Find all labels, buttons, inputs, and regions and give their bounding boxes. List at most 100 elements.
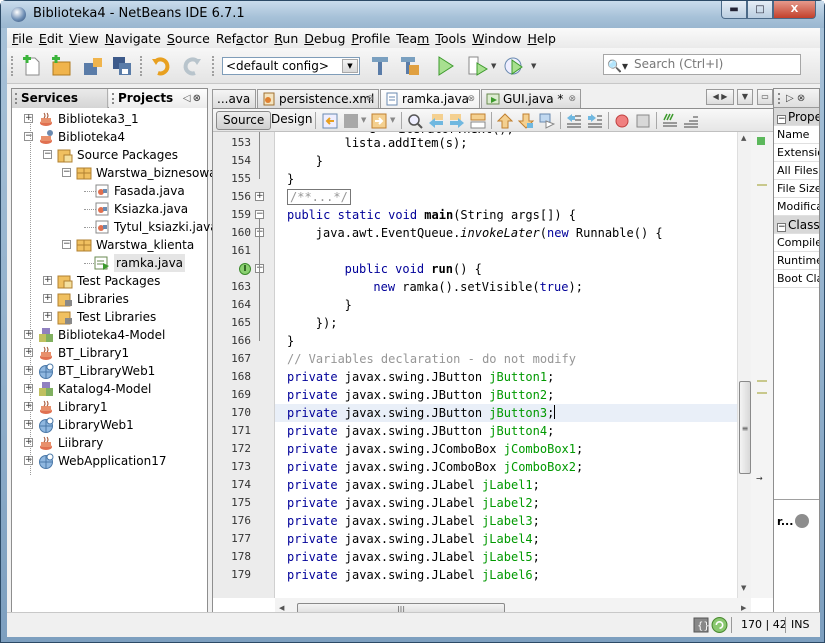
properties-pane-header[interactable]: ▷ ⊗: [774, 89, 819, 108]
config-dropdown[interactable]: <default config> ▼: [222, 57, 360, 75]
menu-tools[interactable]: Tools: [432, 31, 469, 46]
tab-gui-java[interactable]: GUI.java * ⊗: [481, 89, 581, 108]
next-bookmark-icon[interactable]: [518, 113, 534, 129]
tab-ramka-java[interactable]: ramka.java ⊗: [380, 89, 480, 108]
implements-icon[interactable]: I: [239, 263, 251, 275]
close-tab-icon[interactable]: ⊗: [366, 90, 374, 108]
collapse-icon[interactable]: −: [777, 115, 786, 124]
maximize-window-button[interactable]: ▭: [757, 89, 773, 105]
menu-team[interactable]: Team: [393, 31, 432, 46]
tree-item[interactable]: + Biblioteka3_1: [12, 110, 207, 128]
tree-item[interactable]: + WebApplication17: [12, 452, 207, 470]
tab-projects[interactable]: Projects ◁⊗: [109, 89, 207, 108]
annotation-mark[interactable]: [757, 392, 767, 394]
tree-item[interactable]: Ksiazka.java: [12, 200, 207, 218]
property-row[interactable]: Extensio: [774, 144, 819, 162]
menu-profile[interactable]: Profile: [348, 31, 393, 46]
expand-icon[interactable]: +: [24, 330, 33, 339]
help-icon[interactable]: [795, 514, 810, 528]
tree-item[interactable]: Fasada.java: [12, 182, 207, 200]
profile-dropdown-arrow-icon[interactable]: ▼: [531, 62, 536, 70]
last-edit-icon[interactable]: [322, 113, 338, 129]
code-text-area[interactable]: s = iterator.next();lista.addItem(s);}}/…: [275, 132, 737, 598]
property-row[interactable]: Runtime: [774, 252, 819, 270]
tab-persistence-xml[interactable]: persistence.xml ⊗: [257, 89, 379, 108]
expand-icon[interactable]: +: [24, 402, 33, 411]
menu-debug[interactable]: Debug: [301, 31, 348, 46]
tree-item[interactable]: + Libraries: [12, 290, 207, 308]
menu-view[interactable]: View: [66, 31, 102, 46]
tree-item[interactable]: − Biblioteka4: [12, 128, 207, 146]
collapse-fold-icon[interactable]: −: [255, 210, 264, 219]
collapse-icon[interactable]: −: [24, 132, 33, 141]
tree-item[interactable]: + LibraryWeb1: [12, 416, 207, 434]
debug-icon[interactable]: [467, 55, 489, 77]
collapse-icon[interactable]: −: [43, 150, 52, 159]
menu-navigate[interactable]: Navigate: [102, 31, 164, 46]
tree-item[interactable]: Tytul_ksiazki.java: [12, 218, 218, 236]
chevron-down-icon[interactable]: ▼: [342, 59, 358, 73]
toggle-bookmark-icon[interactable]: [539, 113, 555, 129]
menu-run[interactable]: Run: [271, 31, 301, 46]
expand-icon[interactable]: +: [24, 348, 33, 357]
tree-item[interactable]: − Warstwa_biznesowa: [12, 164, 217, 182]
tree-item[interactable]: ramka.java: [12, 254, 207, 272]
search-input[interactable]: 🔍▾ Search (Ctrl+I): [603, 54, 801, 75]
menu-edit[interactable]: Edit: [36, 31, 66, 46]
vertical-scroll-thumb[interactable]: ≡: [739, 381, 751, 474]
tree-item[interactable]: − Source Packages: [12, 146, 207, 164]
expand-icon[interactable]: +: [24, 384, 33, 393]
error-stripe[interactable]: →: [751, 132, 773, 598]
property-row[interactable]: Compile: [774, 234, 819, 252]
find-icon[interactable]: [407, 113, 423, 129]
maximize-button[interactable]: □: [747, 1, 773, 19]
forward-icon[interactable]: [371, 113, 387, 129]
design-view-button[interactable]: Design: [265, 111, 318, 130]
tree-item[interactable]: + Liibrary: [12, 434, 207, 452]
notifications-icon[interactable]: {}: [693, 617, 709, 633]
property-category[interactable]: −Classp: [774, 216, 819, 234]
collapse-icon[interactable]: −: [777, 223, 786, 232]
comment-icon[interactable]: [662, 113, 678, 129]
close-button[interactable]: X: [773, 1, 816, 19]
tree-item[interactable]: + Test Libraries: [12, 308, 207, 326]
shift-left-icon[interactable]: [566, 113, 582, 129]
property-category[interactable]: − Prope: [774, 108, 819, 126]
toolbar-grip[interactable]: [11, 56, 13, 76]
property-row[interactable]: File Size: [774, 180, 819, 198]
close-pane-icon[interactable]: ⊗: [193, 93, 203, 104]
debug-dropdown-arrow-icon[interactable]: ▼: [491, 62, 496, 70]
expand-icon[interactable]: +: [24, 114, 33, 123]
scroll-right-icon[interactable]: ▶: [741, 604, 746, 612]
menu-help[interactable]: Help: [524, 31, 559, 46]
expand-icon[interactable]: +: [24, 366, 33, 375]
forward-dropdown-icon[interactable]: ▼: [390, 116, 395, 124]
back-icon[interactable]: [343, 113, 359, 129]
tree-item[interactable]: + BT_LibraryWeb1: [12, 362, 207, 380]
previous-bookmark-icon[interactable]: [497, 113, 513, 129]
tree-item[interactable]: + BT_Library1: [12, 344, 207, 362]
tree-item[interactable]: + Test Packages: [12, 272, 207, 290]
show-opened-documents-button[interactable]: ▼: [737, 89, 753, 105]
menu-source[interactable]: Source: [164, 31, 213, 46]
clean-build-icon[interactable]: [399, 55, 421, 77]
run-icon[interactable]: [434, 55, 456, 77]
expand-icon[interactable]: +: [24, 420, 33, 429]
property-row[interactable]: Boot Cla: [774, 270, 819, 288]
collapse-icon[interactable]: −: [62, 240, 71, 249]
redo-icon[interactable]: [181, 55, 203, 77]
back-dropdown-icon[interactable]: ▼: [361, 116, 366, 124]
menu-refactor[interactable]: Refactor: [213, 31, 271, 46]
toggle-highlight-search-icon[interactable]: [470, 113, 486, 129]
insert-mode[interactable]: INS: [791, 618, 809, 631]
new-project-icon[interactable]: [50, 55, 72, 77]
expand-icon[interactable]: +: [43, 294, 52, 303]
menu-window[interactable]: Window: [469, 31, 524, 46]
scroll-down-icon[interactable]: ▼: [741, 584, 746, 592]
uncomment-icon[interactable]: [683, 113, 699, 129]
undo-icon[interactable]: [150, 55, 172, 77]
annotation-mark[interactable]: [757, 380, 767, 382]
scroll-tabs-buttons[interactable]: ◀ ▶: [706, 89, 734, 105]
expand-icon[interactable]: +: [43, 276, 52, 285]
tab-services[interactable]: Services: [12, 89, 108, 108]
